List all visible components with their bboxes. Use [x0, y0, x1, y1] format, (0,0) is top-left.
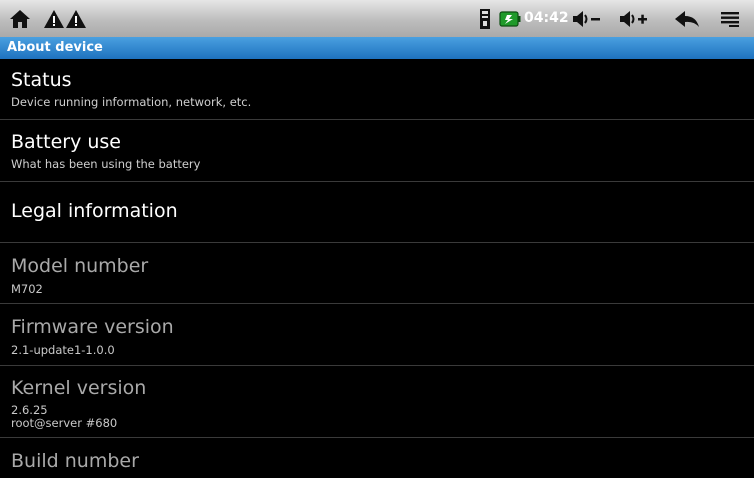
clock: 04:42 [524, 10, 569, 26]
item-title: Model number [11, 255, 149, 277]
list-item-legal-information[interactable]: Legal information [0, 182, 754, 243]
item-summary: 2.1-update1-1.0.0 [11, 343, 115, 357]
home-icon[interactable] [6, 0, 34, 37]
sd-card-icon [476, 0, 494, 37]
status-bar: 04:42 [0, 0, 754, 37]
back-icon[interactable] [672, 0, 702, 37]
title-bar: About device [0, 37, 754, 59]
item-summary-line2: root@server #680 [11, 416, 118, 430]
list-item-kernel-version: Kernel version 2.6.25 root@server #680 [0, 366, 754, 438]
battery-charging-icon [498, 0, 522, 37]
item-summary: What has been using the battery [11, 157, 201, 171]
page-title: About device [7, 40, 103, 55]
list-item-build-number: Build number [0, 438, 754, 478]
list-item-firmware-version: Firmware version 2.1-update1-1.0.0 [0, 304, 754, 366]
item-summary: Device running information, network, etc… [11, 95, 252, 109]
item-title: Kernel version [11, 377, 147, 399]
warning-icon [42, 0, 66, 37]
warning-icon [64, 0, 88, 37]
item-title: Build number [11, 450, 139, 472]
list-item-battery-use[interactable]: Battery use What has been using the batt… [0, 120, 754, 182]
volume-up-icon[interactable] [616, 0, 652, 37]
item-title: Legal information [11, 200, 178, 222]
item-title: Battery use [11, 131, 121, 153]
settings-list: Status Device running information, netwo… [0, 59, 754, 478]
item-title: Status [11, 69, 72, 91]
volume-down-icon[interactable] [569, 0, 605, 37]
list-item-model-number: Model number M702 [0, 243, 754, 304]
list-item-status[interactable]: Status Device running information, netwo… [0, 59, 754, 120]
item-title: Firmware version [11, 316, 174, 338]
menu-icon[interactable] [718, 0, 742, 37]
item-summary: M702 [11, 282, 43, 296]
